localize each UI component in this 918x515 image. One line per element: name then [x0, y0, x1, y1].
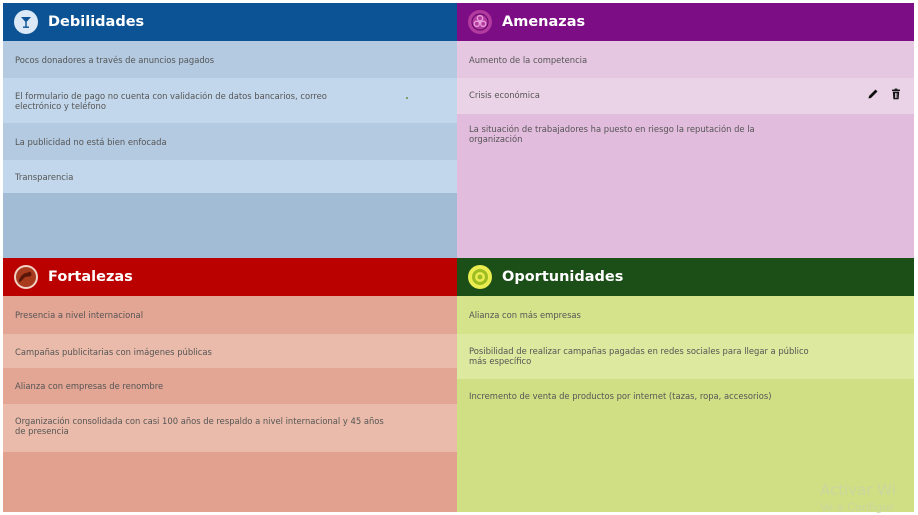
list-item[interactable]: El formulario de pago no cuenta con vali…	[3, 78, 457, 123]
oportunidades-panel: Oportunidades Alianza con más empresas P…	[457, 258, 914, 512]
fortalezas-header: Fortalezas	[3, 258, 457, 296]
row-actions	[867, 88, 902, 100]
amenazas-title: Amenazas	[502, 14, 586, 30]
target-icon	[468, 265, 492, 289]
activation-watermark: Activar Wi Ve a Configur	[820, 481, 896, 514]
flexed-arm-icon	[14, 265, 38, 289]
list-item[interactable]: Transparencia	[3, 160, 457, 193]
amenazas-header: Amenazas	[457, 3, 914, 41]
list-item[interactable]: Posibilidad de realizar campañas pagadas…	[457, 334, 914, 379]
list-item[interactable]: Organización consolidada con casi 100 añ…	[3, 404, 457, 452]
list-item[interactable]: Alianza con empresas de renombre	[3, 368, 457, 404]
watermark-line2: Ve a Configur	[820, 501, 894, 514]
debilidades-header: Debilidades	[3, 3, 457, 41]
edit-icon[interactable]	[867, 88, 879, 100]
list-item[interactable]: Pocos donadores a través de anuncios pag…	[3, 41, 457, 78]
list-item[interactable]: Aumento de la competencia	[457, 41, 914, 78]
amenazas-panel: Amenazas Aumento de la competencia Crisi…	[457, 3, 914, 258]
list-item[interactable]: Incremento de venta de productos por int…	[457, 379, 914, 419]
list-item[interactable]: Alianza con más empresas	[457, 296, 914, 334]
fortalezas-title: Fortalezas	[48, 269, 133, 285]
stray-dot	[406, 97, 408, 99]
list-item[interactable]: Presencia a nivel internacional	[3, 296, 457, 334]
list-item[interactable]: Crisis económica	[457, 78, 914, 114]
cocktail-glass-icon	[14, 10, 38, 34]
biohazard-icon	[468, 10, 492, 34]
oportunidades-title: Oportunidades	[502, 269, 624, 285]
list-item[interactable]: La publicidad no está bien enfocada	[3, 123, 457, 160]
debilidades-panel: Debilidades Pocos donadores a través de …	[3, 3, 457, 258]
list-item[interactable]: La situación de trabajadores ha puesto e…	[457, 114, 914, 164]
list-item[interactable]: Campañas publicitarias con imágenes públ…	[3, 334, 457, 368]
oportunidades-header: Oportunidades	[457, 258, 914, 296]
delete-icon[interactable]	[890, 88, 902, 100]
watermark-line1: Activar Wi	[820, 481, 896, 499]
fortalezas-panel: Fortalezas Presencia a nivel internacion…	[3, 258, 457, 512]
debilidades-title: Debilidades	[48, 14, 145, 30]
